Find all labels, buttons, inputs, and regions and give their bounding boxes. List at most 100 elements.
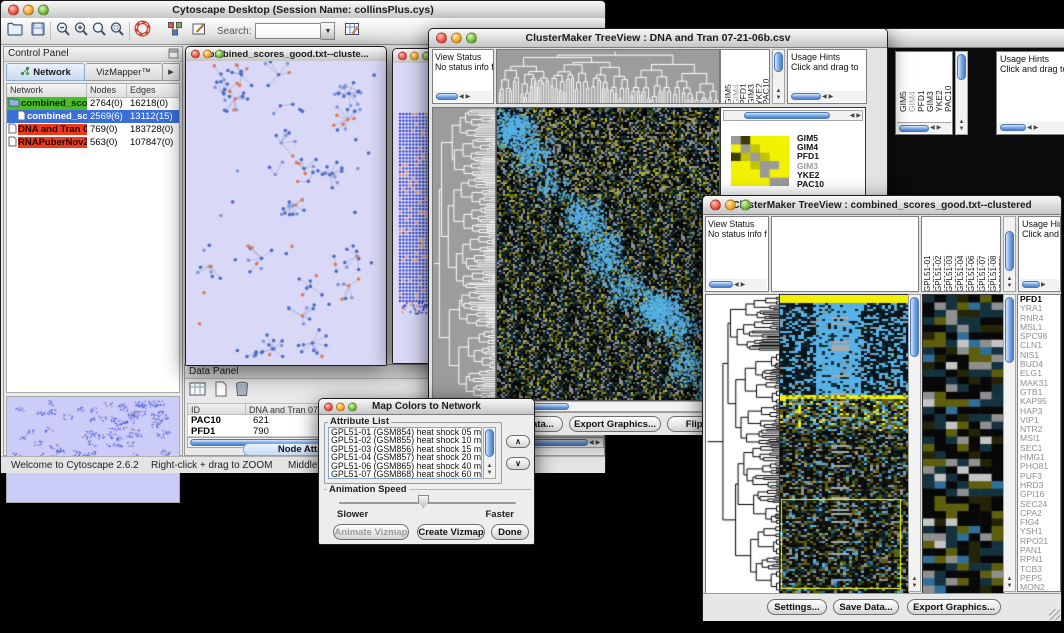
network-graph-canvas[interactable] (186, 61, 386, 365)
scroll-up-icon[interactable]: ▲ (956, 119, 967, 125)
usage-hints-hscrollbar[interactable]: ▶ (1020, 279, 1059, 290)
col-header-nodes[interactable]: Nodes (87, 84, 127, 97)
zoom-out-icon[interactable] (54, 20, 72, 43)
scroll-left-icon[interactable]: ◀ (1026, 125, 1033, 131)
attribute-list-vscrollbar[interactable]: ▲ ▼ (483, 427, 496, 479)
scroll-up-icon[interactable]: ▲ (773, 88, 784, 94)
zoom-fit-icon[interactable] (90, 20, 108, 43)
scrollbar-thumb[interactable] (485, 429, 494, 457)
tv2-column-dendrogram-panel[interactable] (771, 216, 919, 292)
zoom-window-button[interactable] (38, 4, 49, 15)
scrollbar-thumb[interactable] (1005, 297, 1014, 363)
network-row-dna-tran[interactable]: DNA and Tran 07 769(0) 183728(0) (7, 123, 179, 136)
treeview2-titlebar[interactable]: ClusterMaker TreeView : combined_scores_… (703, 196, 1061, 215)
scrollbar-thumb[interactable] (744, 112, 830, 119)
resize-grip[interactable] (1049, 609, 1060, 620)
scroll-right-icon[interactable]: ▶ (1040, 282, 1047, 288)
tab-vizmapper[interactable]: VizMapper™ (85, 63, 163, 81)
attribute-item[interactable]: GPL51-07 (GSM868) heat shock 60 min (329, 470, 481, 478)
scrollbar-thumb[interactable] (899, 125, 929, 132)
network-row-combined-scores[interactable]: combined_scores 2764(0) 16218(0) (7, 97, 179, 110)
scrollbar-thumb[interactable] (436, 93, 458, 100)
delete-attribute-icon[interactable] (234, 380, 250, 403)
table-import-icon[interactable] (343, 20, 362, 43)
create-vizmap-button[interactable]: Create Vizmap (417, 524, 485, 540)
tab-network[interactable]: Network (6, 63, 85, 81)
scroll-up-icon[interactable]: ▲ (484, 463, 495, 469)
minimize-button[interactable] (451, 33, 462, 44)
treeview1-titlebar[interactable]: ClusterMaker TreeView : DNA and Tran 07-… (429, 29, 887, 48)
minimize-button[interactable] (410, 52, 419, 61)
scroll-left-icon[interactable]: ◀ (929, 125, 936, 131)
zoom-window-button[interactable] (466, 33, 477, 44)
scrollbar-thumb[interactable] (910, 297, 919, 357)
tv2-labels-vscrollbar[interactable]: ▲ ▼ (1003, 216, 1016, 292)
view-status-hscrollbar[interactable]: ◀▶ (707, 279, 767, 290)
scroll-down-icon[interactable]: ▼ (1004, 283, 1015, 289)
tv1-labels-vscrollbar[interactable]: ▲ ▼ (772, 49, 785, 104)
minimize-button[interactable] (203, 50, 212, 59)
scroll-left-icon[interactable]: ◀ (849, 113, 856, 119)
network-overview-panel[interactable] (6, 396, 180, 503)
scrollbar-thumb[interactable] (957, 54, 966, 80)
zoom-selected-icon[interactable] (108, 20, 126, 43)
network-row-rnapuber[interactable]: RNAPuberNov2+! 563(0) 107847(0) (7, 136, 179, 149)
scrollbar-thumb[interactable] (774, 52, 783, 72)
scroll-down-icon[interactable]: ▼ (484, 470, 495, 476)
scrollbar-thumb[interactable] (791, 93, 821, 100)
scroll-right-icon[interactable]: ▶ (465, 94, 472, 100)
usage-hints-hscrollbar[interactable]: ◀▶ (789, 91, 865, 102)
scroll-right-icon[interactable]: ▶ (740, 282, 747, 288)
save-data-button[interactable]: Save Data... (833, 599, 899, 615)
tv1-zoom-heatmap[interactable] (731, 136, 789, 186)
float-panel-icon[interactable] (168, 48, 179, 64)
col-header-edges[interactable]: Edges (127, 84, 179, 97)
minimize-button[interactable] (336, 402, 345, 411)
col-header-network[interactable]: Network (7, 84, 87, 97)
dialog-titlebar[interactable]: Map Colors to Network (319, 399, 534, 415)
zoom-window-button[interactable] (740, 200, 751, 211)
tv1-row-dendrogram[interactable] (432, 107, 496, 401)
bg-treeview-vscrollbar[interactable]: ▲ ▼ (955, 51, 968, 135)
close-button[interactable] (710, 200, 721, 211)
plugins-icon[interactable] (166, 20, 185, 43)
select-attributes-icon[interactable] (188, 380, 208, 403)
attribute-list[interactable]: GPL51-01 (GSM854) heat shock 05 minGPL51… (328, 427, 482, 479)
close-button[interactable] (398, 52, 407, 61)
done-button[interactable]: Done (491, 524, 529, 540)
scroll-left-icon[interactable]: ◀ (588, 440, 595, 446)
animate-vizmap-button[interactable]: Animate Vizmap (333, 524, 409, 540)
tab-overflow-button[interactable]: ▶ (163, 63, 180, 81)
scroll-right-icon[interactable]: ▶ (828, 94, 835, 100)
scroll-up-icon[interactable]: ▲ (909, 576, 920, 582)
tv1-zoom-hscrollbar[interactable]: ◀▶ (723, 110, 863, 121)
scroll-right-icon[interactable]: ▶ (1033, 125, 1040, 131)
view-status-hscrollbar[interactable]: ◀▶ (434, 91, 492, 102)
tv2-global-vscrollbar[interactable]: ▲ ▼ (908, 294, 921, 592)
export-graphics-button[interactable]: Export Graphics... (569, 416, 661, 432)
scroll-right-icon[interactable]: ▶ (855, 113, 862, 119)
scroll-left-icon[interactable]: ◀ (458, 94, 465, 100)
close-button[interactable] (324, 402, 333, 411)
search-dropdown-button[interactable]: ▼ (321, 22, 335, 40)
help-ring-icon[interactable] (133, 19, 152, 43)
save-icon[interactable] (29, 20, 47, 43)
network-view-titlebar[interactable]: combined_scores_good.txt--cluste... (186, 47, 386, 62)
tv2-global-heatmap[interactable] (779, 294, 909, 594)
scroll-up-icon[interactable]: ▲ (1004, 276, 1015, 282)
col-header-id[interactable]: ID (188, 404, 246, 414)
close-button[interactable] (8, 4, 19, 15)
search-input[interactable] (255, 23, 321, 39)
annotation-icon[interactable] (190, 20, 209, 43)
scrollbar-thumb[interactable] (1005, 231, 1014, 271)
export-graphics-button[interactable]: Export Graphics... (907, 599, 1001, 615)
scroll-down-icon[interactable]: ▼ (773, 95, 784, 101)
close-button[interactable] (436, 33, 447, 44)
main-titlebar[interactable]: Cytoscape Desktop (Session Name: collins… (1, 1, 605, 19)
tv1-global-heatmap[interactable] (496, 107, 720, 401)
network-row-combined-sco-selected[interactable]: combined_sco 2569(6) 13112(15) (7, 110, 179, 123)
scroll-left-icon[interactable]: ◀ (821, 94, 828, 100)
zoom-window-button[interactable] (348, 402, 357, 411)
move-down-button[interactable]: ∨ (506, 457, 530, 470)
minimize-button[interactable] (725, 200, 736, 211)
